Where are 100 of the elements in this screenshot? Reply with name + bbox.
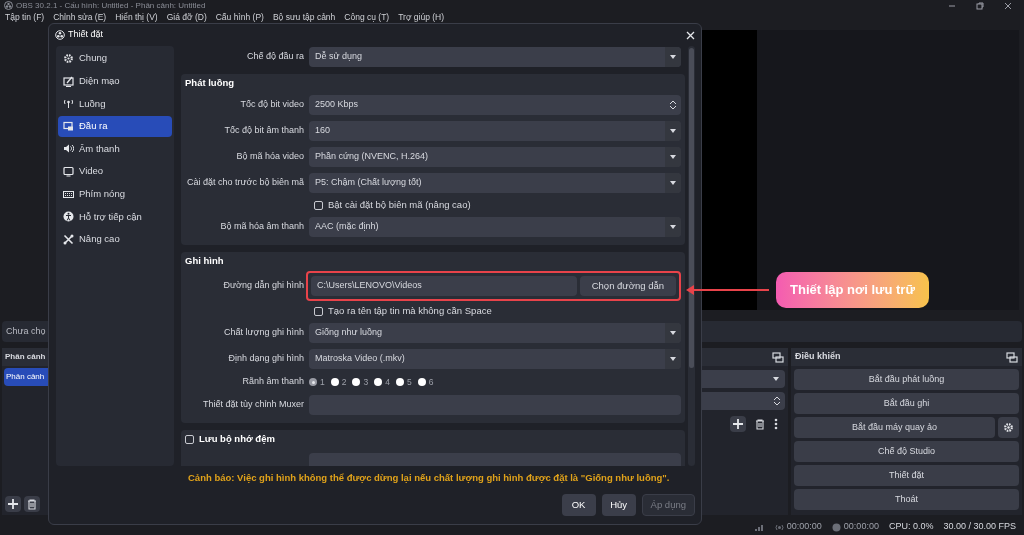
dropdown-field[interactable]: AAC (mặc định) [309, 217, 681, 237]
menu-item[interactable]: Bộ sưu tập cảnh [272, 13, 336, 22]
radio-label: 6 [428, 375, 434, 389]
dropdown-field[interactable]: Matroska Video (.mkv) [309, 349, 681, 369]
field-label: Chế độ đầu ra [245, 50, 305, 64]
scrollbar[interactable] [688, 46, 695, 466]
field-label: Bộ mã hóa video [235, 150, 305, 164]
radio-button[interactable] [374, 378, 383, 386]
restore-icon[interactable] [976, 1, 984, 10]
radio-label: 3 [363, 375, 369, 389]
group-title: Lưu bộ nhớ đệm [199, 431, 275, 446]
signal-icon [754, 523, 765, 532]
fps-reading: 30.00 / 30.00 FPS [943, 520, 1016, 534]
sidebar-item[interactable]: Nâng cao [58, 228, 172, 250]
sidebar-item[interactable]: Đầu ra [58, 115, 172, 137]
dropdown-field[interactable]: Phần cứng (NVENC, H.264) [309, 147, 681, 167]
popout-icon[interactable] [1006, 351, 1018, 363]
sidebar-item[interactable]: Chung [58, 48, 172, 69]
group-title: Ghi hình [185, 253, 225, 268]
sidebar-item[interactable]: Diện mạo [58, 70, 172, 92]
trash-icon[interactable] [754, 418, 766, 431]
field-label: Định dạng ghi hình [227, 352, 305, 366]
control-button[interactable]: Bắt đầu phát luồng [794, 369, 1019, 391]
field-label: Tốc độ bit âm thanh [223, 124, 305, 138]
menu-item[interactable]: Hiển thị (V) [115, 13, 158, 22]
keyboard-icon [63, 188, 74, 200]
trash-icon [26, 498, 38, 511]
dock-title: Điều khiển [795, 350, 841, 364]
field-label: Rãnh âm thanh [241, 375, 305, 389]
tools-icon [63, 233, 74, 245]
accessibility-icon [63, 211, 74, 223]
plus-icon [7, 498, 19, 511]
dialog-button[interactable]: OK [561, 494, 596, 516]
scrollbar-thumb[interactable] [689, 48, 694, 368]
remove-scene-button[interactable] [24, 496, 40, 513]
record-time: 00:00:00 [843, 520, 879, 534]
monitor-camera-icon [63, 120, 74, 132]
radio-button[interactable] [417, 378, 426, 386]
stream-time: 00:00:00 [786, 520, 822, 534]
control-button[interactable]: Thiết đặt [794, 465, 1019, 487]
radio-button[interactable] [330, 378, 339, 386]
field-label: Thiết đặt tùy chỉnh Muxer [201, 398, 305, 412]
menu-item[interactable]: Chỉnh sửa (E) [53, 13, 107, 22]
spin-arrows-icon [669, 99, 677, 111]
radio-label: 1 [320, 375, 325, 389]
warning-text: Cảnh báo: Việc ghi hình không thể được dừng lại nếu chất lượng ghi hình được đặt là "Giống như luồng". [187, 470, 671, 485]
checkbox-label: Tạo ra tên tập tin mà không cần Space [328, 303, 492, 318]
app-logo-icon [4, 1, 13, 11]
menu-item[interactable]: Tập tin (F) [5, 13, 45, 22]
menu-item[interactable]: Trợ giúp (H) [398, 13, 445, 22]
sidebar-item[interactable]: Video [58, 160, 172, 182]
control-button[interactable]: Chế độ Studio [794, 441, 1019, 463]
add-button[interactable] [730, 416, 746, 433]
close-icon[interactable] [1004, 1, 1012, 10]
add-scene-button[interactable] [5, 496, 21, 513]
antenna-icon [63, 98, 74, 110]
field-label: Tốc độ bit video [239, 98, 305, 112]
dropdown-field[interactable]: Dễ sử dụng [309, 47, 681, 67]
menu-item[interactable]: Cấu hình (P) [215, 13, 264, 22]
sidebar-item[interactable]: Phím nóng [58, 183, 172, 205]
field-label: Chất lượng ghi hình [223, 326, 305, 340]
radio-button[interactable] [352, 378, 361, 386]
radio-label: 2 [341, 375, 347, 389]
monitor-brush-icon [63, 75, 74, 87]
control-button[interactable]: Bắt đầu ghi [794, 393, 1019, 415]
dropdown-field[interactable]: P5: Chậm (Chất lượng tốt) [309, 173, 681, 193]
radio-button[interactable] [395, 378, 404, 386]
menu-item[interactable]: Công cụ (T) [344, 13, 390, 22]
radio-label: 4 [385, 375, 390, 389]
monitor-icon [63, 165, 74, 177]
sidebar-item[interactable]: Âm thanh [58, 138, 172, 160]
checkbox[interactable] [314, 306, 323, 316]
control-button[interactable]: Bắt đầu máy quay ảo [794, 417, 995, 439]
radio-button[interactable] [309, 378, 317, 386]
dropdown-field[interactable]: 160 [309, 121, 681, 141]
sidebar-item[interactable]: Hỗ trợ tiếp cận [58, 206, 172, 228]
gear-icon [63, 53, 74, 64]
path-field[interactable]: C:\Users\LENOVO\Videos [311, 276, 577, 296]
dialog-title: Thiết đặt [68, 28, 104, 42]
speaker-icon [63, 143, 74, 155]
cpu-usage: CPU: 0.0% [888, 520, 934, 534]
dialog-button[interactable]: Hủy [601, 494, 636, 516]
browse-button[interactable]: Chọn đường dẫn [579, 276, 676, 296]
record-icon [831, 522, 841, 532]
field-label: Đường dẫn ghi hình [222, 279, 305, 293]
spin-arrows-icon [773, 395, 781, 408]
more-icon[interactable] [774, 418, 778, 431]
spin-field[interactable]: 2500 Kbps [309, 95, 681, 115]
popout-icon[interactable] [772, 351, 784, 363]
window-title: OBS 30.2.1 - Cấu hình: Untitled - Phân cảnh: Untitled [16, 1, 206, 10]
checkbox[interactable] [314, 200, 323, 210]
plus-icon [732, 418, 744, 431]
checkbox-label: Bật cài đặt bộ biên mã (nâng cao) [328, 197, 471, 212]
checkbox[interactable] [185, 434, 194, 444]
sidebar-item[interactable]: Luồng [58, 93, 172, 115]
field-label: Cài đặt cho trước bộ biên mã [186, 176, 305, 190]
settings-button[interactable] [998, 417, 1019, 439]
dropdown-field[interactable]: Giống như luồng [309, 323, 681, 343]
menu-item[interactable]: Giá đỡ (D) [166, 13, 207, 22]
control-button[interactable]: Thoát [794, 489, 1019, 511]
